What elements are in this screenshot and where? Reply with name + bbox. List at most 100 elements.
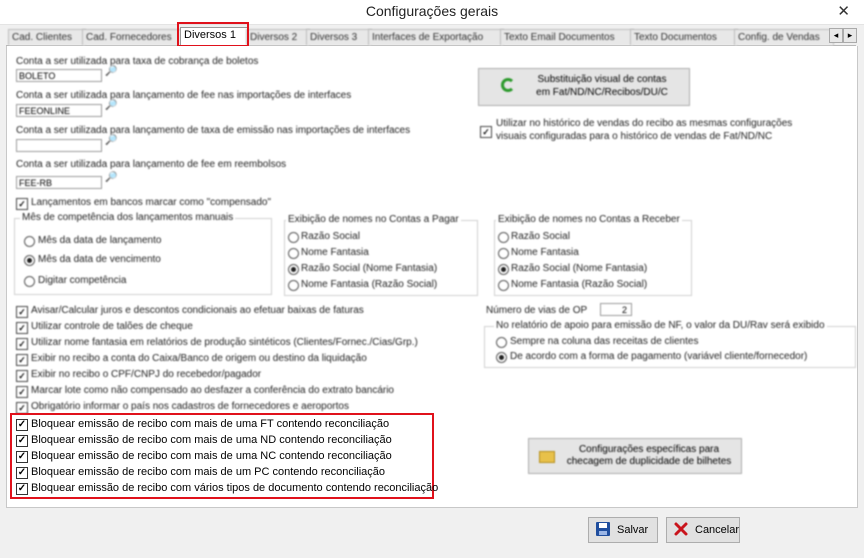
option-checkbox[interactable]: ✓ <box>16 322 28 334</box>
option-label: Exibir no recibo a conta do Caixa/Banco … <box>31 353 367 364</box>
pagar-radio-razao-fantasia[interactable] <box>288 264 299 275</box>
historic-checkbox[interactable]: ✓ <box>480 126 492 138</box>
search-icon[interactable]: 🔎 <box>105 172 117 183</box>
folder-icon <box>539 451 555 463</box>
competencia-radio-digitar[interactable] <box>24 276 35 287</box>
receber-radio-fantasia[interactable] <box>498 248 509 259</box>
vias-label: Número de vias de OP <box>486 305 588 316</box>
tab-scroll-left-icon[interactable]: ◂ <box>829 28 843 43</box>
competencia-radio-vencimento[interactable] <box>24 255 35 266</box>
option-checkbox[interactable]: ✓ <box>16 386 28 398</box>
pagar-option-fantasia-razao: Nome Fantasia (Razão Social) <box>301 279 438 290</box>
tab-strip: Cad. Clientes Cad. Fornecedores Diversos… <box>6 27 856 46</box>
historic-label-line2: visuais configuradas para o histórico de… <box>496 131 773 142</box>
account-field-fee-interfaces[interactable]: FEEONLINE <box>16 104 102 117</box>
option-checkbox[interactable]: ✓ <box>16 370 28 382</box>
bank-compensado-checkbox[interactable]: ✓ <box>16 198 28 210</box>
tab-texto-email-documentos[interactable]: Texto Email Documentos <box>500 29 634 45</box>
visual-button-line1: Substituição visual de contas <box>537 74 667 85</box>
option-label: Obrigatório informar o país nos cadastro… <box>31 401 349 412</box>
duplicity-line2: checagem de duplicidade de bilhetes <box>566 456 732 467</box>
option-label: Avisar/Calcular juros e descontos condic… <box>31 305 364 316</box>
account-label-fee-reembolsos: Conta a ser utilizada para lançamento de… <box>16 159 287 170</box>
pagar-option-razao: Razão Social <box>301 231 360 242</box>
account-field-fee-reembolsos[interactable]: FEE-RB <box>16 176 102 189</box>
tab-interfaces-exportacao[interactable]: Interfaces de Exportação <box>368 29 504 45</box>
block-nc-checkbox[interactable]: ✓ <box>16 451 28 463</box>
vias-input[interactable]: 2 <box>600 303 632 316</box>
account-label-taxa-emissao: Conta a ser utilizada para lançamento de… <box>16 125 411 136</box>
tab-cad-fornecedores[interactable]: Cad. Fornecedores <box>82 29 182 45</box>
historic-label-line1: Utilizar no histórico de vendas do recib… <box>496 118 793 129</box>
pagar-option-razao-fantasia: Razão Social (Nome Fantasia) <box>301 263 438 274</box>
block-ft-label: Bloquear emissão de recibo com mais de u… <box>31 418 390 430</box>
competencia-option-digitar: Digitar competência <box>38 275 127 286</box>
receber-option-fantasia-razao: Nome Fantasia (Razão Social) <box>511 279 648 290</box>
cancel-label: Cancelar <box>695 524 740 536</box>
visual-substitution-button[interactable]: Substituição visual de contas em Fat/ND/… <box>478 68 690 106</box>
visual-button-line2: em Fat/ND/NC/Recibos/DU/C <box>536 87 668 98</box>
account-field-taxa-emissao[interactable] <box>16 139 102 152</box>
receber-title: Exibição de nomes no Contas a Receber <box>496 214 682 225</box>
pagar-radio-razao[interactable] <box>288 232 299 243</box>
pagar-radio-fantasia-razao[interactable] <box>288 280 299 291</box>
relatorio-radio-acordo[interactable] <box>496 352 507 363</box>
window-title: Configurações gerais <box>365 3 499 19</box>
competencia-option-lancamento: Mês da data de lançamento <box>38 235 162 246</box>
tab-texto-documentos[interactable]: Texto Documentos <box>630 29 738 45</box>
option-label: Marcar lote como não compensado ao desfa… <box>31 385 394 396</box>
save-disk-icon <box>595 521 611 537</box>
tab-diversos-3[interactable]: Diversos 3 <box>306 29 372 45</box>
receber-option-razao-fantasia: Razão Social (Nome Fantasia) <box>511 263 648 274</box>
relatorio-option-acordo: De acordo com a forma de pagamento (vari… <box>510 351 808 362</box>
option-checkbox[interactable]: ✓ <box>16 306 28 318</box>
cancel-button[interactable]: Cancelar <box>666 517 740 543</box>
save-button[interactable]: Salvar <box>588 517 658 543</box>
account-label-fee-interfaces: Conta a ser utilizada para lançamento de… <box>16 90 352 101</box>
bank-compensado-label: Lançamentos em bancos marcar como "compe… <box>31 197 271 208</box>
search-icon[interactable]: 🔎 <box>105 66 117 77</box>
tab-cad-clientes[interactable]: Cad. Clientes <box>8 29 86 45</box>
competencia-option-vencimento: Mês da data de vencimento <box>38 254 161 265</box>
pagar-option-fantasia: Nome Fantasia <box>301 247 369 258</box>
block-pc-checkbox[interactable]: ✓ <box>16 467 28 479</box>
close-icon[interactable]: ✕ <box>837 2 850 20</box>
search-icon[interactable]: 🔎 <box>105 100 117 111</box>
block-pc-label: Bloquear emissão de recibo com mais de u… <box>31 466 386 478</box>
option-label: Exibir no recibo o CPF/CNPJ do recebedor… <box>31 369 262 380</box>
option-checkbox[interactable]: ✓ <box>16 338 28 350</box>
block-varios-label: Bloquear emissão de recibo com vários ti… <box>31 482 439 494</box>
option-label: Utilizar controle de talões de cheque <box>31 321 193 332</box>
relatorio-option-sempre: Sempre na coluna das receitas de cliente… <box>510 336 699 347</box>
option-checkbox[interactable]: ✓ <box>16 354 28 366</box>
pagar-title: Exibição de nomes no Contas a Pagar <box>286 214 461 225</box>
duplicity-config-button[interactable]: Configurações específicas para checagem … <box>528 438 742 474</box>
tab-diversos-2[interactable]: Diversos 2 <box>246 29 310 45</box>
search-icon[interactable]: 🔎 <box>105 135 117 146</box>
option-label: Utilizar nome fantasia em relatórios de … <box>31 337 418 348</box>
account-label-boleto: Conta a ser utilizada para taxa de cobra… <box>16 56 259 67</box>
account-field-boleto[interactable]: BOLETO <box>16 69 102 82</box>
duplicity-line1: Configurações específicas para <box>578 444 720 455</box>
block-nc-label: Bloquear emissão de recibo com mais de u… <box>31 450 392 462</box>
cancel-x-icon <box>673 521 689 537</box>
receber-radio-fantasia-razao[interactable] <box>498 280 509 291</box>
competencia-radio-lancamento[interactable] <box>24 236 35 247</box>
block-nd-label: Bloquear emissão de recibo com mais de u… <box>31 434 392 446</box>
tab-scroll-right-icon[interactable]: ▸ <box>843 28 857 43</box>
pagar-radio-fantasia[interactable] <box>288 248 299 259</box>
relatorio-title: No relatório de apoio para emissão de NF… <box>494 320 827 331</box>
title-bar: Configurações gerais ✕ <box>0 0 864 25</box>
block-ft-checkbox[interactable]: ✓ <box>16 419 28 431</box>
save-label: Salvar <box>617 524 649 536</box>
competencia-title: Mês de competência dos lançamentos manua… <box>20 212 236 223</box>
tab-config-vendas[interactable]: Config. de Vendas <box>734 29 834 45</box>
refresh-icon <box>501 78 515 92</box>
block-varios-checkbox[interactable]: ✓ <box>16 483 28 495</box>
receber-radio-razao[interactable] <box>498 232 509 243</box>
receber-option-razao: Razão Social <box>511 231 570 242</box>
receber-radio-razao-fantasia[interactable] <box>498 264 509 275</box>
receber-option-fantasia: Nome Fantasia <box>511 247 579 258</box>
relatorio-radio-sempre[interactable] <box>496 337 507 348</box>
block-nd-checkbox[interactable]: ✓ <box>16 435 28 447</box>
